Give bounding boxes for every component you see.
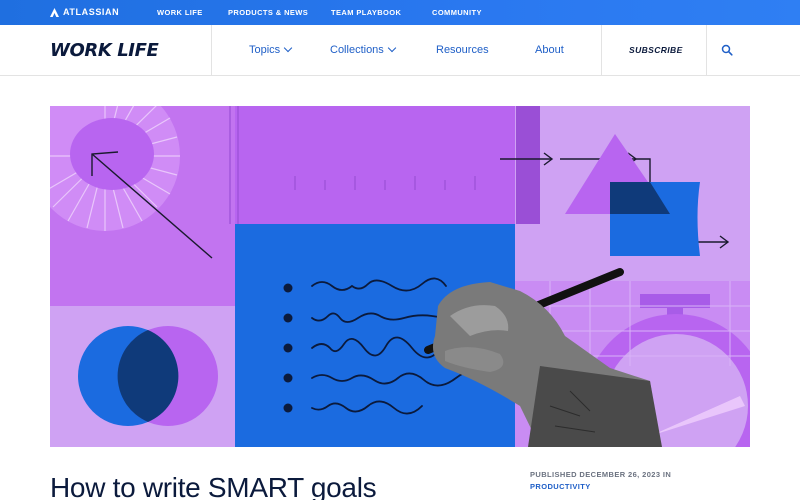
nav-item-label: Collections [330,44,384,56]
nav-divider [211,25,212,75]
topbar-link-community[interactable]: COMMUNITY [432,8,482,17]
chevron-down-icon [283,43,293,53]
nav-item-collections[interactable]: Collections [330,43,397,56]
atlassian-brand[interactable]: ATLASSIAN [50,7,119,17]
search-button[interactable] [721,43,733,61]
nav-item-resources[interactable]: Resources [436,44,489,56]
atlassian-brand-label: ATLASSIAN [63,7,120,17]
chevron-down-icon [387,43,397,53]
published-date: PUBLISHED DECEMBER 26, 2023 IN [530,470,672,479]
hero-illustration [50,106,750,447]
nav-item-about[interactable]: About [535,44,564,56]
topbar-link-team-playbook[interactable]: TEAM PLAYBOOK [331,8,401,17]
article-meta: PUBLISHED DECEMBER 26, 2023 IN PRODUCTIV… [530,470,671,491]
subscribe-button[interactable]: SUBSCRIBE [629,45,683,55]
nav-item-label: Topics [249,44,281,56]
work-life-logo[interactable]: WORK LIFE [50,40,159,61]
main-navigation: WORK LIFE Topics Collections Resources A… [0,25,800,76]
search-icon [721,44,733,56]
nav-divider [601,25,602,75]
nav-item-label: Resources [436,44,489,56]
article-title: How to write SMART goals [50,472,377,500]
venn-circles [78,326,218,426]
global-topbar: ATLASSIAN WORK LIFE PRODUCTS & NEWS TEAM… [0,0,800,25]
topbar-link-products-news[interactable]: PRODUCTS & NEWS [228,8,308,17]
nav-divider [706,25,707,75]
nav-item-label: About [535,44,564,56]
atlassian-logo-icon [50,7,59,17]
category-link[interactable]: PRODUCTIVITY [530,482,671,491]
topbar-link-work-life[interactable]: WORK LIFE [157,8,203,17]
hero-artwork [50,106,750,447]
nav-item-topics[interactable]: Topics [249,43,293,56]
